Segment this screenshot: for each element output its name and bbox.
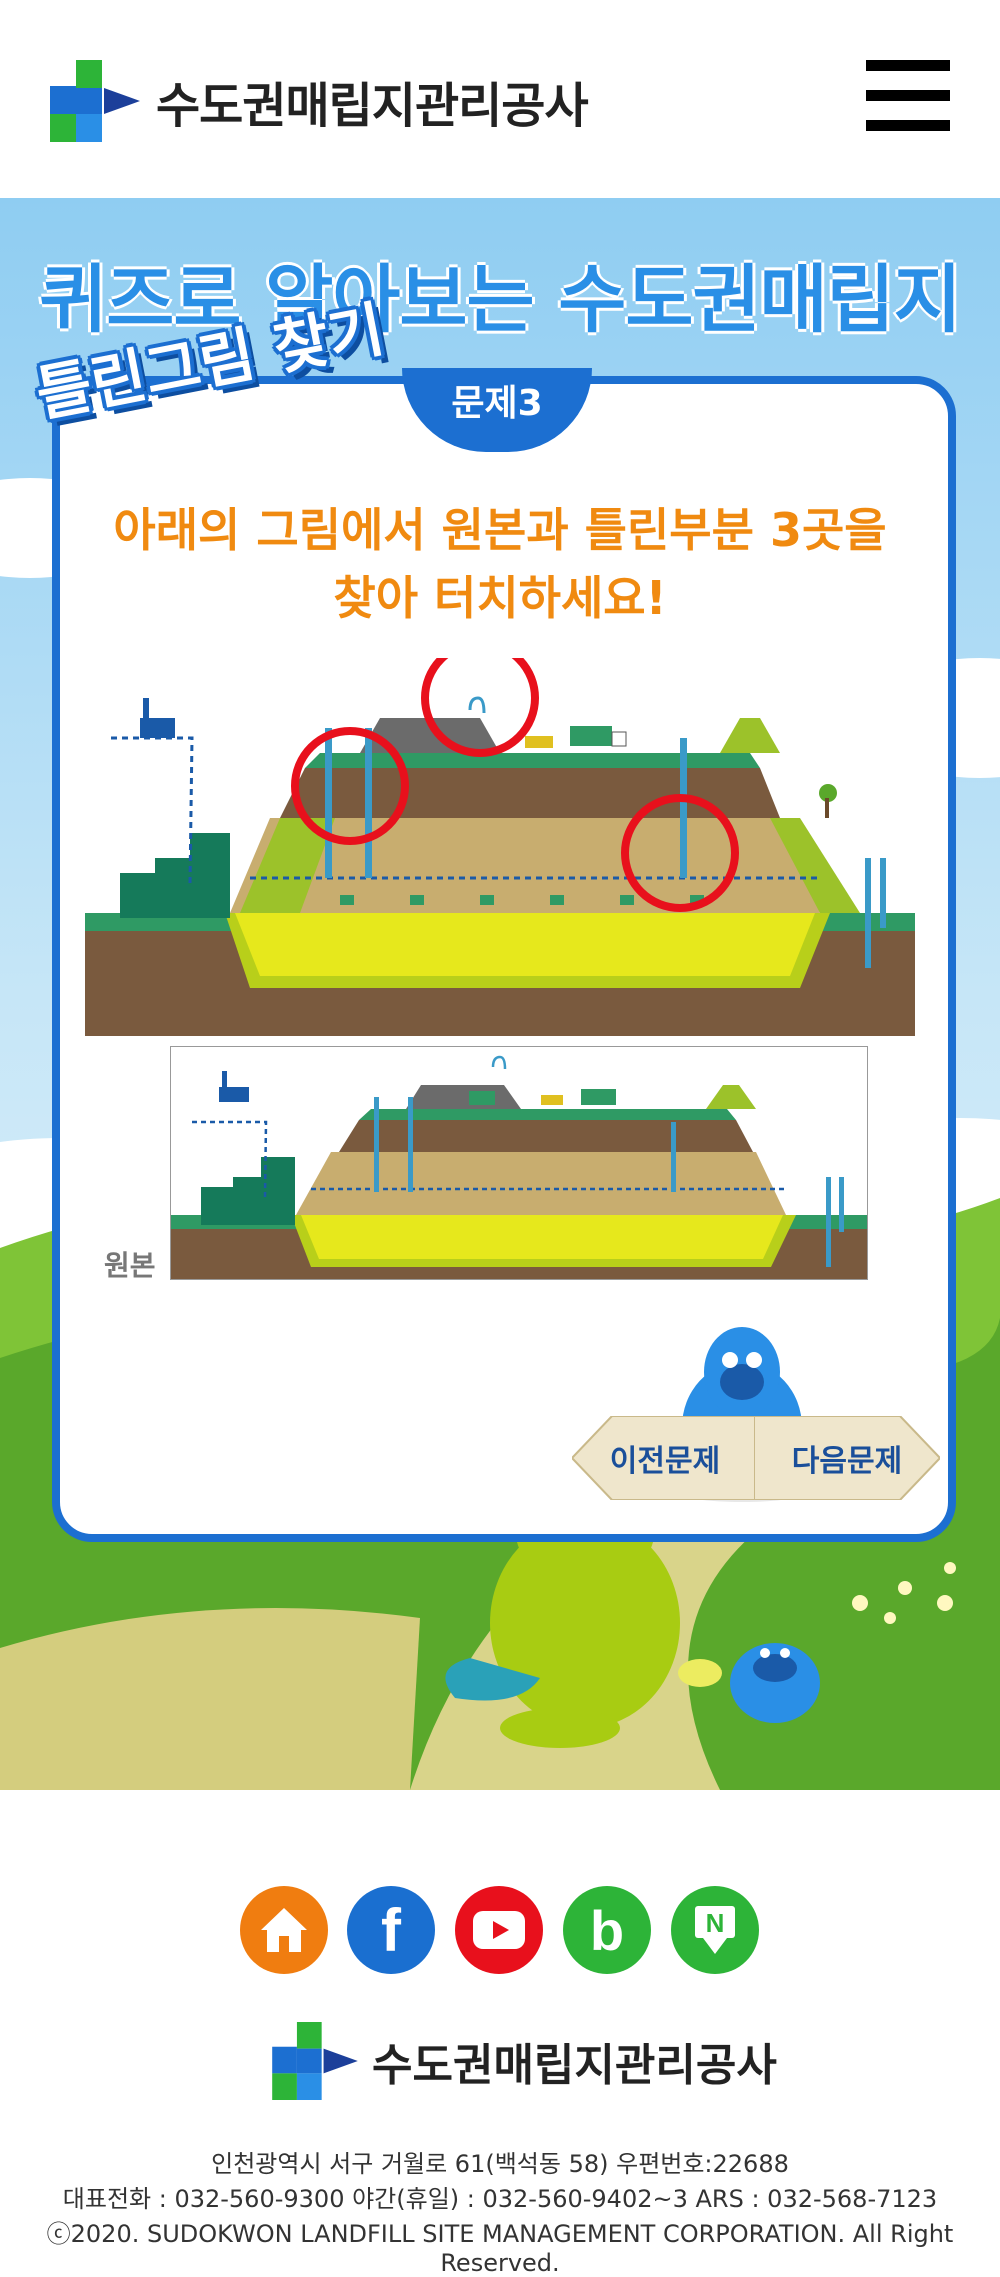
home-icon[interactable]	[240, 1886, 328, 1974]
blog-icon[interactable]: b	[563, 1886, 651, 1974]
factory-icon	[140, 698, 175, 738]
site-logo[interactable]: 수도권매립지관리공사	[50, 60, 589, 142]
sprinkler-icon	[468, 696, 486, 714]
footer-address: 인천광역시 서구 거월로 61(백석동 58) 우편번호:22688	[211, 2150, 789, 2178]
footer-phones: 대표전화 : 032-560-9300 야간(휴일) : 032-560-940…	[62, 2185, 938, 2213]
instruction-line-1: 아래의 그림에서 원본과 틀린부분 3곳을	[113, 503, 887, 557]
org-name: 수도권매립지관리공사	[156, 78, 589, 134]
youtube-icon[interactable]	[455, 1886, 543, 1974]
blue-mascot-small-icon	[730, 1643, 820, 1723]
quiz-picture-modified[interactable]	[80, 658, 920, 1038]
footer-org-name: 수도권매립지관리공사	[372, 2040, 777, 2091]
footer-copyright: ⓒ2020. SUDOKWON LANDFILL SITE MANAGEMENT…	[46, 2220, 954, 2277]
hamburger-menu-icon[interactable]	[866, 60, 950, 134]
footer-logo[interactable]: 수도권매립지관리공사	[272, 2022, 777, 2100]
truck-icon	[570, 726, 627, 747]
instruction-line-2: 찾아 터치하세요!	[333, 571, 667, 625]
original-label: 원본	[104, 1249, 156, 1282]
prev-question-button[interactable]: 이전문제	[572, 1416, 758, 1500]
sudokwon-logo-icon	[50, 60, 140, 142]
site-footer: f b N 수도권매립지관리공사 인천광역시 서구 거월로 61(백석동 58)…	[0, 1790, 1000, 2277]
sudokwon-logo-icon	[272, 2022, 358, 2100]
quiz-instruction: 아래의 그림에서 원본과 틀린부분 3곳을 찾아 터치하세요!	[72, 496, 928, 632]
naver-post-icon[interactable]: N	[671, 1886, 759, 1974]
quiz-picture-original	[170, 1046, 868, 1280]
excavator-icon	[525, 736, 553, 748]
quiz-section: 퀴즈로 알아보는 수도권매립지 문제3 틀린그림 찾기 아래의 그림에서 원본과…	[0, 198, 1000, 1790]
next-question-button[interactable]: 다음문제	[754, 1416, 940, 1500]
site-header: 수도권매립지관리공사	[0, 0, 1000, 198]
facebook-icon[interactable]: f	[347, 1886, 435, 1974]
